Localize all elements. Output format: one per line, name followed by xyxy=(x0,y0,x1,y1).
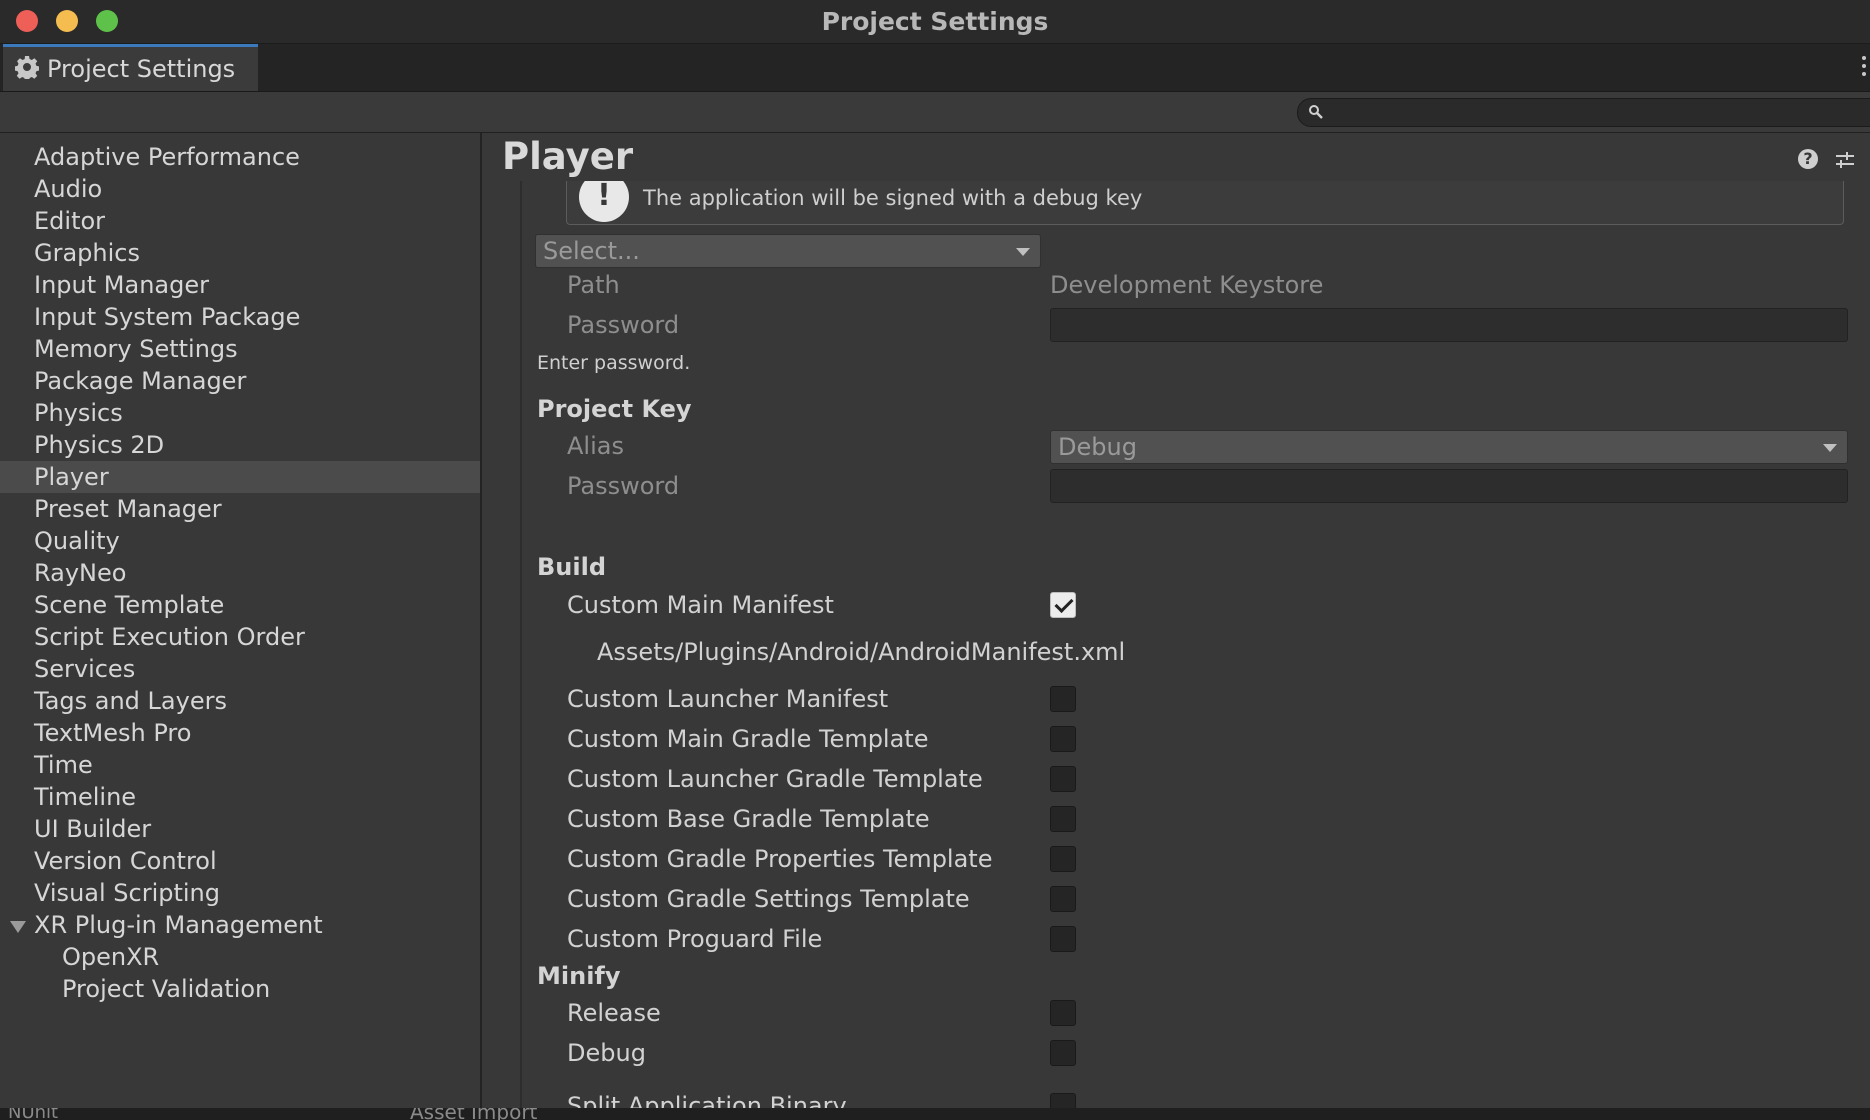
sidebar-item-package-manager[interactable]: Package Manager xyxy=(0,365,480,397)
chevron-down-icon xyxy=(1823,444,1837,452)
sidebar-item-openxr[interactable]: OpenXR xyxy=(0,941,480,973)
minify-heading: Minify xyxy=(537,962,621,990)
custom-proguard-file-label: Custom Proguard File xyxy=(567,925,823,953)
preset-sliders-icon[interactable] xyxy=(1834,149,1856,175)
window-title: Project Settings xyxy=(821,7,1049,36)
custom-launcher-manifest-label: Custom Launcher Manifest xyxy=(567,685,889,713)
title-bar: Project Settings xyxy=(0,0,1870,44)
sidebar-item-physics-2d[interactable]: Physics 2D xyxy=(0,429,480,461)
alias-label: Alias xyxy=(567,432,624,460)
keystore-password-field[interactable] xyxy=(1050,308,1848,342)
split-application-binary-label: Split Application Binary xyxy=(567,1092,847,1108)
custom-gradle-properties-template-label: Custom Gradle Properties Template xyxy=(567,845,993,873)
minify-debug-checkbox[interactable] xyxy=(1050,1040,1076,1066)
keystore-password-label: Password xyxy=(567,311,680,339)
custom-gradle-properties-template-checkbox[interactable] xyxy=(1050,846,1076,872)
custom-base-gradle-template-checkbox[interactable] xyxy=(1050,806,1076,832)
sidebar-item-timeline[interactable]: Timeline xyxy=(0,781,480,813)
custom-main-gradle-template-checkbox[interactable] xyxy=(1050,726,1076,752)
warning-icon xyxy=(579,181,629,222)
custom-main-gradle-template-label: Custom Main Gradle Template xyxy=(567,725,929,753)
custom-launcher-gradle-template-label: Custom Launcher Gradle Template xyxy=(567,765,983,793)
tab-bar: Project Settings xyxy=(0,44,1870,92)
settings-main-panel: Player ? The application will be signed … xyxy=(482,133,1870,1108)
custom-launcher-gradle-template-checkbox[interactable] xyxy=(1050,766,1076,792)
sidebar-item-rayneo[interactable]: RayNeo xyxy=(0,557,480,589)
keystore-select-dropdown[interactable]: Select... xyxy=(535,234,1041,268)
project-key-heading: Project Key xyxy=(537,395,692,423)
asset-import-label: Asset Import xyxy=(410,1108,538,1120)
project-settings-window: Project Settings Project Settings Adapti… xyxy=(0,0,1870,1108)
sidebar-item-textmesh-pro[interactable]: TextMesh Pro xyxy=(0,717,480,749)
sidebar-item-input-manager[interactable]: Input Manager xyxy=(0,269,480,301)
split-application-binary-checkbox[interactable] xyxy=(1050,1093,1076,1108)
sidebar-item-scene-template[interactable]: Scene Template xyxy=(0,589,480,621)
help-message: The application will be signed with a de… xyxy=(643,186,1143,210)
help-box: The application will be signed with a de… xyxy=(566,181,1844,225)
search-row xyxy=(0,92,1870,133)
sidebar-item-project-validation[interactable]: Project Validation xyxy=(0,973,480,1005)
sidebar-item-xr-plugin-management[interactable]: XR Plug-in Management xyxy=(0,909,480,941)
custom-gradle-settings-template-checkbox[interactable] xyxy=(1050,886,1076,912)
project-key-password-field[interactable] xyxy=(1050,469,1848,503)
sidebar-item-player[interactable]: Player xyxy=(0,461,480,493)
custom-proguard-file-checkbox[interactable] xyxy=(1050,926,1076,952)
expand-triangle-icon[interactable] xyxy=(10,921,26,933)
sidebar-item-quality[interactable]: Quality xyxy=(0,525,480,557)
build-heading: Build xyxy=(537,553,607,581)
sidebar-item-visual-scripting[interactable]: Visual Scripting xyxy=(0,877,480,909)
page-title: Player xyxy=(502,135,634,178)
gear-icon xyxy=(14,55,40,83)
settings-sidebar: Adaptive Performance Audio Editor Graphi… xyxy=(0,133,482,1108)
help-icon[interactable]: ? xyxy=(1798,149,1818,169)
sidebar-item-audio[interactable]: Audio xyxy=(0,173,480,205)
search-icon xyxy=(1308,104,1324,124)
project-key-password-label: Password xyxy=(567,472,680,500)
minify-release-checkbox[interactable] xyxy=(1050,1000,1076,1026)
sidebar-item-graphics[interactable]: Graphics xyxy=(0,237,480,269)
custom-main-manifest-checkbox[interactable] xyxy=(1050,592,1076,618)
custom-base-gradle-template-label: Custom Base Gradle Template xyxy=(567,805,930,833)
tab-label: Project Settings xyxy=(47,55,236,83)
sidebar-item-memory-settings[interactable]: Memory Settings xyxy=(0,333,480,365)
sidebar-item-tags-and-layers[interactable]: Tags and Layers xyxy=(0,685,480,717)
minify-debug-label: Debug xyxy=(567,1039,646,1067)
minify-release-label: Release xyxy=(567,999,661,1027)
sidebar-item-script-execution-order[interactable]: Script Execution Order xyxy=(0,621,480,653)
search-input[interactable] xyxy=(1297,98,1870,127)
more-options-icon[interactable] xyxy=(1858,52,1870,82)
alias-dropdown[interactable]: Debug xyxy=(1050,430,1848,464)
custom-gradle-settings-template-label: Custom Gradle Settings Template xyxy=(567,885,970,913)
sidebar-item-physics[interactable]: Physics xyxy=(0,397,480,429)
custom-main-manifest-label: Custom Main Manifest xyxy=(567,591,834,619)
enter-password-hint: Enter password. xyxy=(537,352,691,374)
sidebar-item-time[interactable]: Time xyxy=(0,749,480,781)
tab-project-settings[interactable]: Project Settings xyxy=(3,44,258,91)
sidebar-item-services[interactable]: Services xyxy=(0,653,480,685)
sidebar-item-version-control[interactable]: Version Control xyxy=(0,845,480,877)
nunit-label: NUnit xyxy=(8,1108,59,1120)
background-editor-strip: NUnit Asset Import xyxy=(0,1108,1870,1120)
keystore-path-label: Path xyxy=(567,271,620,299)
custom-launcher-manifest-checkbox[interactable] xyxy=(1050,686,1076,712)
sidebar-item-input-system-package[interactable]: Input System Package xyxy=(0,301,480,333)
sidebar-item-ui-builder[interactable]: UI Builder xyxy=(0,813,480,845)
keystore-path-value: Development Keystore xyxy=(1050,271,1324,299)
sidebar-item-editor[interactable]: Editor xyxy=(0,205,480,237)
player-settings-content: The application will be signed with a de… xyxy=(520,181,1870,1108)
manifest-path: Assets/Plugins/Android/AndroidManifest.x… xyxy=(597,638,1126,666)
sidebar-item-adaptive-performance[interactable]: Adaptive Performance xyxy=(0,141,480,173)
chevron-down-icon xyxy=(1016,248,1030,256)
sidebar-item-preset-manager[interactable]: Preset Manager xyxy=(0,493,480,525)
